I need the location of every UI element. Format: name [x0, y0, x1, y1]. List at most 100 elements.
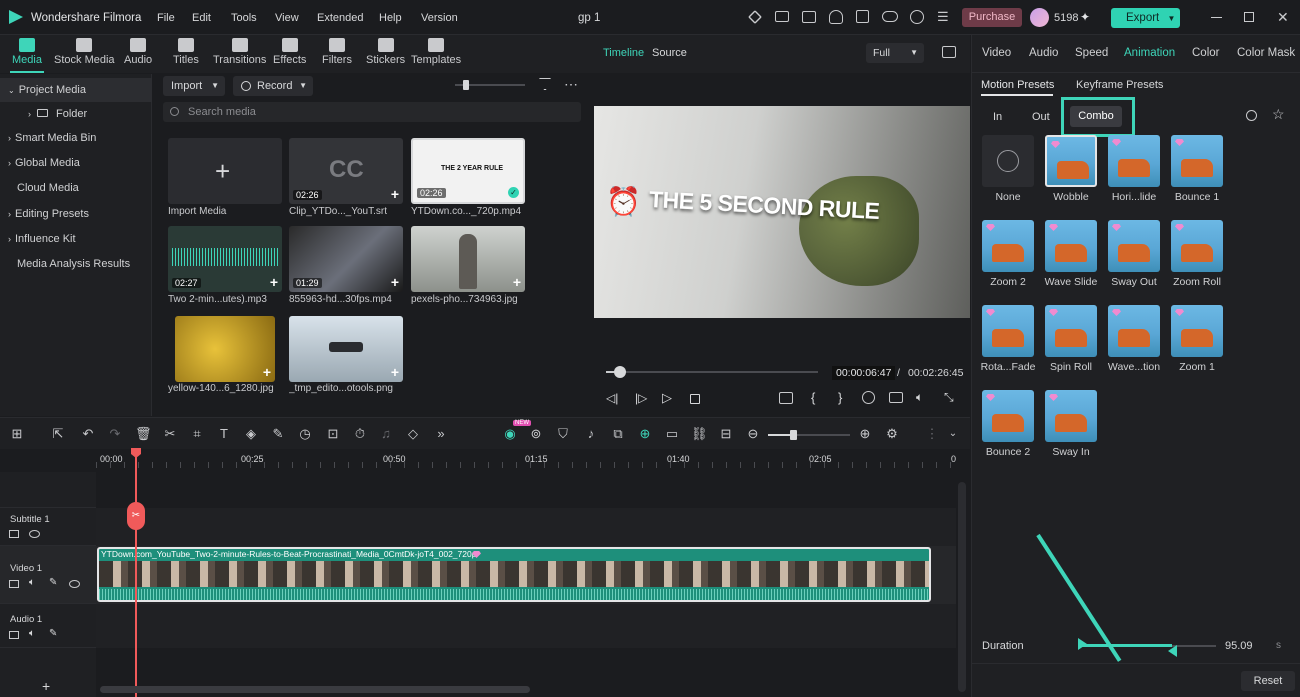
menu-help[interactable]: Help [379, 12, 402, 24]
tab-source[interactable]: Source [652, 47, 687, 59]
volume-icon[interactable]: 🔈︎ [916, 390, 923, 405]
tab-audio-prop[interactable]: Audio [1029, 47, 1058, 59]
playback-progress-track[interactable] [606, 366, 818, 378]
play-back-icon[interactable]: |▷ [635, 391, 647, 405]
preset-sway-out[interactable] [1108, 220, 1160, 272]
preset-wave-slide[interactable] [1045, 220, 1097, 272]
prev-frame-icon[interactable]: ◁| [606, 391, 618, 405]
list-menu-icon[interactable]: ☰ [937, 10, 949, 23]
menu-file[interactable]: File [157, 12, 175, 24]
headset-icon[interactable] [829, 10, 843, 24]
shield-icon[interactable]: ⛉ [555, 426, 571, 442]
preset-zoom-roll[interactable] [1171, 220, 1223, 272]
sidebar-item-project-media[interactable]: ⌄ Project Media [0, 78, 152, 102]
split-icon[interactable]: ✂ [162, 426, 178, 442]
zoom-out-icon[interactable]: ⊖ [745, 426, 761, 442]
tab-templates[interactable]: Templates [411, 38, 461, 66]
menu-tools[interactable]: Tools [231, 12, 257, 24]
tab-video[interactable]: Video [982, 47, 1011, 59]
media-item[interactable]: THE 2 YEAR RULE 02:26 ✓ [411, 138, 525, 204]
aspect-ratio-icon[interactable] [779, 392, 793, 404]
mode-in[interactable]: In [993, 111, 1002, 123]
redo-icon[interactable]: ↷ [107, 426, 123, 442]
tab-effects[interactable]: Effects [273, 38, 306, 66]
camera-icon[interactable] [889, 392, 903, 403]
add-icon[interactable]: + [391, 186, 399, 202]
snapshot-view-icon[interactable] [942, 46, 956, 58]
media-item[interactable]: + [175, 316, 275, 382]
support-icon[interactable] [910, 10, 924, 24]
beat-icon[interactable]: ♪ [583, 426, 599, 442]
add-icon[interactable]: + [263, 364, 271, 380]
tab-color-mask[interactable]: Color Mask [1237, 47, 1295, 59]
playhead-handle[interactable] [614, 366, 627, 378]
quality-select[interactable]: Full ▼ [866, 43, 924, 63]
mark-out-icon[interactable]: } [838, 390, 842, 405]
tab-media[interactable]: Media [12, 38, 42, 66]
menu-version[interactable]: Version [421, 12, 458, 24]
play-icon[interactable]: ▷ [662, 390, 672, 406]
cloud-icon[interactable] [882, 11, 898, 22]
chevron-down-icon[interactable]: ⌄ [945, 426, 961, 442]
save-icon[interactable] [856, 10, 869, 23]
add-icon[interactable]: + [270, 274, 278, 290]
add-track-icon[interactable]: + [42, 678, 50, 694]
ai-assistant-icon[interactable]: ◉ [502, 426, 518, 442]
media-item[interactable]: CC 02:26 + [289, 138, 403, 204]
mode-combo[interactable]: Combo [1070, 106, 1122, 127]
horizontal-scrollbar[interactable] [100, 686, 530, 693]
slider-handle[interactable] [463, 80, 469, 90]
zoom-in-icon[interactable]: ⊕ [857, 426, 873, 442]
preset-zoom-2[interactable] [982, 220, 1034, 272]
star-icon[interactable]: ☆ [1272, 106, 1285, 123]
layout-grid-icon[interactable]: ⊞ [9, 426, 25, 442]
speaker-icon[interactable]: 🔈︎ [29, 577, 35, 588]
add-credits-icon[interactable]: ✦ [1080, 10, 1090, 24]
preset-none[interactable] [982, 135, 1034, 187]
sidebar-item-global-media[interactable]: › Global Media [0, 151, 152, 175]
avatar[interactable] [1030, 8, 1049, 27]
mute-icon[interactable]: ✎ [49, 628, 57, 639]
shape-icon[interactable]: ◈ [243, 426, 259, 442]
add-icon[interactable]: + [391, 274, 399, 290]
media-item[interactable]: 01:29 + [289, 226, 403, 292]
scene-detect-icon[interactable]: ⧉ [610, 426, 626, 442]
tab-animation[interactable]: Animation [1124, 47, 1175, 59]
layout-icon[interactable] [802, 11, 816, 23]
sidebar-item-media-analysis[interactable]: Media Analysis Results [0, 252, 152, 276]
undo-icon[interactable]: ↶ [80, 426, 96, 442]
sidebar-item-editing-presets[interactable]: › Editing Presets [0, 202, 152, 226]
more-icon[interactable]: ⋯ [564, 76, 578, 93]
tab-stock-media[interactable]: Stock Media [54, 38, 115, 66]
import-media-tile[interactable]: + [168, 138, 282, 204]
sidebar-item-influence-kit[interactable]: › Influence Kit [0, 227, 152, 251]
keyboard-icon[interactable] [775, 11, 789, 22]
add-icon[interactable]: + [391, 364, 399, 380]
screen-record-icon[interactable]: ⊡ [325, 426, 341, 442]
reset-button[interactable]: Reset [1241, 671, 1295, 691]
search-icon[interactable] [1246, 110, 1257, 121]
preset-bounce-2[interactable] [982, 390, 1034, 442]
zoom-slider-handle[interactable] [790, 430, 797, 440]
media-item[interactable]: + [289, 316, 403, 382]
grip-icon[interactable]: ⋮ [924, 426, 940, 442]
crop-icon[interactable]: ⌗ [189, 426, 205, 442]
add-icon[interactable]: + [513, 274, 521, 290]
folder-lock-icon[interactable] [9, 530, 19, 538]
vertical-scrollbar[interactable] [958, 482, 966, 692]
minimize-icon[interactable] [1211, 17, 1222, 18]
export-button[interactable]: Export ▼ [1111, 8, 1180, 28]
close-icon[interactable]: ✕ [1277, 9, 1289, 26]
video-clip[interactable]: YTDown.com_YouTube_Two-2-minute-Rules-to… [97, 547, 931, 602]
speed-icon[interactable]: ◷ [297, 426, 313, 442]
fit-icon[interactable]: ⊟ [718, 426, 734, 442]
record-dropdown[interactable]: Record ▼ [233, 76, 313, 96]
zoom-slider[interactable] [768, 430, 850, 440]
delete-icon[interactable]: 🗑︎ [135, 426, 152, 442]
tab-speed[interactable]: Speed [1075, 47, 1108, 59]
audio-mixer-icon[interactable]: ♫ [378, 426, 394, 442]
keyframe-icon[interactable]: ◇ [405, 426, 421, 442]
snap-icon[interactable]: ⊕ [637, 426, 653, 442]
media-item[interactable]: 02:27 + [168, 226, 282, 292]
text-icon[interactable]: T [216, 426, 232, 442]
